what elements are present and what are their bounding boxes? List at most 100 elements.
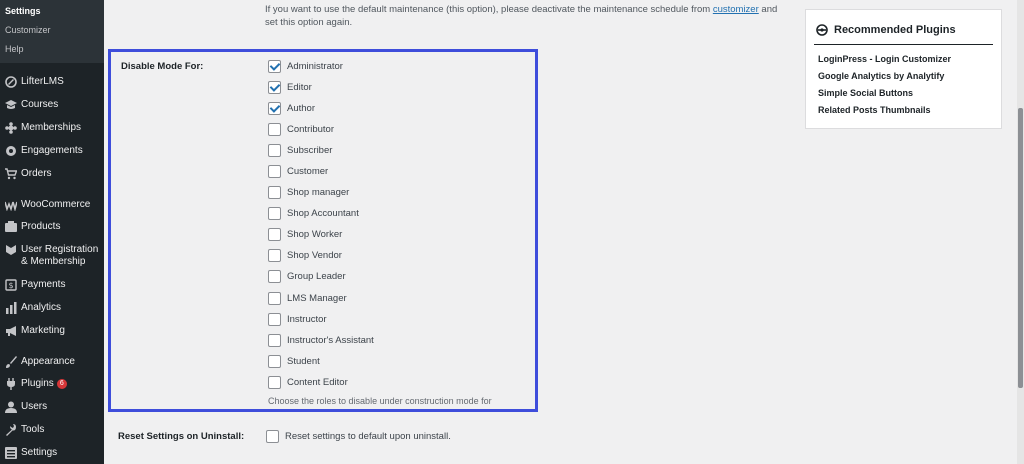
page-scrollbar[interactable]	[1017, 0, 1024, 464]
sidebar-item-label: Settings	[21, 447, 58, 458]
checkbox[interactable]	[268, 59, 281, 73]
role-checkbox-subscriber[interactable]: Subscriber	[268, 142, 332, 158]
role-checkbox-student[interactable]: Student	[268, 353, 320, 369]
checkbox[interactable]	[268, 206, 281, 220]
sidebar-item-settings[interactable]: Settings	[0, 443, 104, 463]
lifterlms-icon	[5, 76, 17, 88]
recommended-plugins-panel: Recommended Plugins LoginPress - Login C…	[805, 9, 1002, 129]
checkbox[interactable]	[268, 122, 281, 136]
scrollbar-thumb[interactable]	[1018, 108, 1023, 388]
memberships-icon	[5, 122, 17, 134]
role-label: Administrator	[287, 60, 343, 72]
checkbox[interactable]	[268, 80, 281, 94]
sidebar-item-tools[interactable]: Tools	[0, 420, 104, 440]
checkbox[interactable]	[268, 269, 281, 283]
role-checkbox-contributor[interactable]: Contributor	[268, 121, 334, 137]
disable-mode-highlight: Disable Mode For: Administrator Editor A…	[108, 49, 538, 412]
courses-icon	[5, 99, 17, 111]
role-checkbox-author[interactable]: Author	[268, 100, 315, 116]
checkbox[interactable]	[268, 143, 281, 157]
sidebar-item-orders[interactable]: Orders	[0, 164, 104, 184]
checkbox[interactable]	[268, 375, 281, 389]
wrench-icon	[5, 424, 17, 436]
sidebar-item-label: Marketing	[21, 325, 65, 336]
role-label: LMS Manager	[287, 292, 347, 304]
role-checkbox-instructor[interactable]: Instructor	[268, 311, 327, 327]
reset-settings-checkbox-row[interactable]: Reset settings to default upon uninstall…	[266, 428, 451, 444]
role-checkbox-shop-vendor[interactable]: Shop Vendor	[268, 247, 342, 263]
sidebar-item-lifterlms[interactable]: LifterLMS	[0, 72, 104, 92]
checkbox[interactable]	[268, 101, 281, 115]
sidebar-item-woocommerce[interactable]: WooCommerce	[0, 195, 104, 215]
sidebar-item-users[interactable]: Users	[0, 397, 104, 417]
sidebar-item-courses[interactable]: Courses	[0, 95, 104, 115]
role-label: Content Editor	[287, 376, 348, 388]
sidebar-item-label: Plugins 6	[21, 374, 67, 390]
user-registration-icon	[5, 244, 17, 256]
maintenance-intro-text: If you want to use the default maintenan…	[265, 3, 785, 29]
checkbox[interactable]	[268, 312, 281, 326]
reset-settings-checkbox-label: Reset settings to default upon uninstall…	[285, 430, 451, 442]
sidebar-item-label: Orders	[21, 168, 52, 179]
submenu-item-settings[interactable]: Settings	[0, 2, 104, 21]
checkbox[interactable]	[268, 227, 281, 241]
role-checkbox-shop-manager[interactable]: Shop manager	[268, 184, 349, 200]
sidebar-item-appearance[interactable]: Appearance	[0, 352, 104, 372]
role-label: Shop Vendor	[287, 249, 342, 261]
role-checkbox-content-editor[interactable]: Content Editor	[268, 374, 348, 390]
sidebar-item-label: Analytics	[21, 302, 62, 313]
intro-text-before: If you want to use the default maintenan…	[265, 4, 713, 15]
plugin-link-related-posts-thumbnails[interactable]: Related Posts Thumbnails	[818, 102, 1001, 119]
disable-mode-label: Disable Mode For:	[121, 61, 204, 72]
sidebar-item-label: Memberships	[21, 122, 82, 133]
role-checkbox-administrator[interactable]: Administrator	[268, 58, 343, 74]
checkbox[interactable]	[268, 354, 281, 368]
role-label: Group Leader	[287, 270, 346, 282]
sidebar-item-user-registration[interactable]: User Registration & Membership	[0, 240, 104, 270]
checkbox[interactable]	[268, 333, 281, 347]
role-label: Customer	[287, 165, 329, 177]
sidebar-item-label: WooCommerce	[21, 199, 91, 210]
role-checkbox-shop-worker[interactable]: Shop Worker	[268, 226, 342, 242]
cart-icon	[5, 168, 17, 180]
sidebar-item-label: Users	[21, 401, 48, 412]
analytics-icon	[5, 302, 17, 314]
checkbox[interactable]	[268, 185, 281, 199]
role-checkbox-lms-manager[interactable]: LMS Manager	[268, 290, 347, 306]
plugin-link-simple-social-buttons[interactable]: Simple Social Buttons	[818, 85, 1001, 102]
submenu-item-help[interactable]: Help	[0, 40, 104, 59]
recommended-plugins-list: LoginPress - Login Customizer Google Ana…	[806, 45, 1001, 119]
role-label: Contributor	[287, 123, 334, 135]
sidebar-item-products[interactable]: Products	[0, 217, 104, 237]
users-icon	[5, 401, 17, 413]
sidebar-item-plugins[interactable]: Plugins 6	[0, 374, 104, 394]
sidebar-item-memberships[interactable]: Memberships	[0, 118, 104, 138]
plugins-icon	[5, 378, 17, 390]
sidebar-item-label: Engagements	[21, 145, 83, 156]
main-content: If you want to use the default maintenan…	[104, 0, 1024, 464]
role-label: Author	[287, 102, 315, 114]
role-checkbox-group-leader[interactable]: Group Leader	[268, 268, 346, 284]
plugin-link-loginpress[interactable]: LoginPress - Login Customizer	[818, 51, 1001, 68]
submenu-item-customizer[interactable]: Customizer	[0, 21, 104, 40]
sidebar-item-engagements[interactable]: Engagements	[0, 141, 104, 161]
recommended-plugins-title: Recommended Plugins	[834, 24, 956, 36]
role-checkbox-editor[interactable]: Editor	[268, 79, 312, 95]
megaphone-icon	[5, 325, 17, 337]
sidebar-item-label: Appearance	[21, 356, 75, 367]
plugins-label: Plugins	[21, 378, 54, 389]
role-checkbox-shop-accountant[interactable]: Shop Accountant	[268, 205, 359, 221]
checkbox[interactable]	[268, 248, 281, 262]
woocommerce-icon	[5, 199, 17, 211]
checkbox[interactable]	[268, 164, 281, 178]
sidebar-item-label: User Registration & Membership	[21, 244, 99, 267]
role-checkbox-customer[interactable]: Customer	[268, 163, 328, 179]
sidebar-item-payments[interactable]: $ Payments	[0, 275, 104, 295]
plugin-link-analytify[interactable]: Google Analytics by Analytify	[818, 68, 1001, 85]
sidebar-item-analytics[interactable]: Analytics	[0, 298, 104, 318]
customizer-link[interactable]: customizer	[713, 4, 759, 15]
checkbox[interactable]	[268, 291, 281, 305]
reset-settings-checkbox[interactable]	[266, 429, 279, 443]
role-checkbox-instructors-assistant[interactable]: Instructor's Assistant	[268, 332, 374, 348]
sidebar-item-marketing[interactable]: Marketing	[0, 321, 104, 341]
